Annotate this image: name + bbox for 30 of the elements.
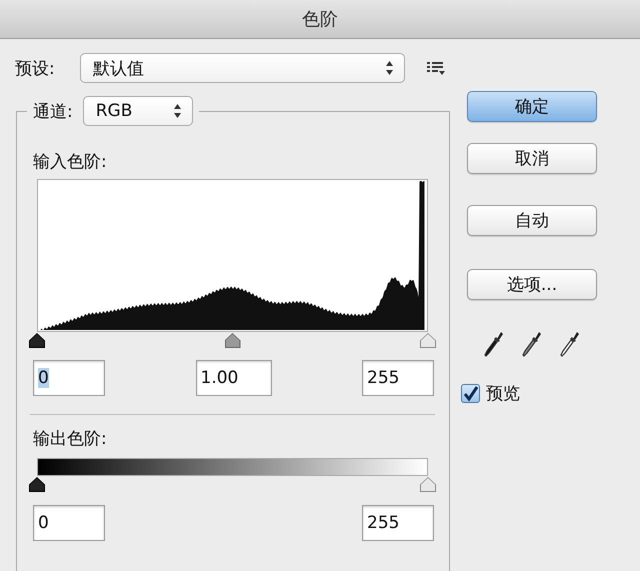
dialog-button[interactable]: 选项... (467, 269, 597, 300)
slider-handle[interactable] (420, 333, 436, 348)
up-down-arrows-icon (385, 60, 394, 76)
checkmark-icon (462, 386, 478, 402)
slider-handle[interactable] (29, 477, 45, 492)
section-label: 输入色阶: (33, 151, 107, 173)
eyedropper-icon[interactable] (560, 330, 580, 358)
eyedropper-icon[interactable] (484, 330, 504, 358)
up-down-arrows-icon (172, 103, 182, 119)
dialog-button[interactable]: 自动 (467, 205, 597, 236)
preset-label: 预设: (15, 58, 56, 80)
channel-label: 通道: (33, 100, 73, 122)
number-field[interactable]: 255 (362, 505, 434, 541)
number-field[interactable]: 1.00 (196, 360, 272, 396)
section-label: 输出色阶: (33, 428, 107, 450)
eyedropper-icon[interactable] (522, 330, 542, 358)
list-menu-icon[interactable] (427, 61, 445, 75)
preview-label: 预览 (486, 383, 520, 405)
number-field[interactable]: 0 (33, 505, 105, 541)
window-title: 色阶 (302, 8, 338, 31)
preview-checkbox[interactable] (461, 384, 480, 403)
dialog-button[interactable]: 取消 (467, 143, 597, 174)
channel-dropdown[interactable]: RGB (82, 96, 193, 126)
slider-handle[interactable] (420, 477, 436, 492)
dialog-button[interactable]: 确定 (467, 91, 597, 122)
slider-handle[interactable] (29, 333, 45, 348)
number-field[interactable]: 255 (362, 360, 434, 396)
slider-handle[interactable] (224, 333, 240, 348)
number-field[interactable]: 0 (33, 360, 105, 396)
preset-dropdown[interactable]: 默认值 (80, 53, 405, 83)
